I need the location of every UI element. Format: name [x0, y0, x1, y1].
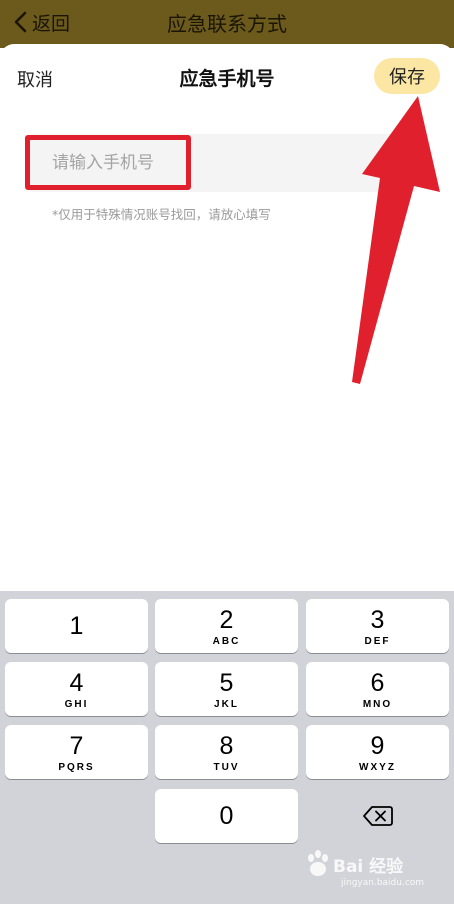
page-title: 应急联系方式: [167, 12, 287, 36]
key-7[interactable]: 7 PQRS: [5, 725, 148, 779]
key-letters: PQRS: [58, 761, 95, 773]
key-letters: DEF: [364, 635, 391, 647]
key-letters: ABC: [212, 635, 241, 647]
key-5[interactable]: 5 JKL: [155, 662, 298, 716]
phone-number-input[interactable]: [28, 134, 418, 192]
watermark-brand: Bai 经验: [333, 857, 404, 877]
key-3[interactable]: 3 DEF: [306, 599, 449, 653]
key-letters: GHI: [64, 698, 89, 710]
key-number: 5: [219, 668, 234, 697]
key-number: 2: [219, 605, 234, 634]
key-6[interactable]: 6 MNO: [306, 662, 449, 716]
key-letters: JKL: [214, 698, 239, 710]
baidu-jingyan-watermark: Bai 经验 jingyan.baidu.com: [305, 848, 435, 896]
key-number: 8: [219, 731, 234, 760]
key-number: 9: [370, 731, 385, 760]
key-letters: MNO: [362, 698, 393, 710]
key-number: 4: [69, 668, 84, 697]
key-number: 0: [219, 802, 234, 830]
key-letters: WXYZ: [359, 761, 396, 773]
key-8[interactable]: 8 TUV: [155, 725, 298, 779]
key-4[interactable]: 4 GHI: [5, 662, 148, 716]
key-1[interactable]: 1: [5, 599, 148, 653]
paw-logo-icon: [308, 850, 328, 876]
key-0[interactable]: 0: [155, 789, 298, 843]
key-number: 1: [69, 612, 84, 640]
key-number: 6: [370, 668, 385, 697]
top-navigation-bar: 返回 应急联系方式: [0, 0, 454, 48]
key-number: 3: [370, 605, 385, 634]
save-button[interactable]: 保存: [374, 58, 440, 94]
key-2[interactable]: 2 ABC: [155, 599, 298, 653]
delete-key[interactable]: [306, 789, 449, 843]
key-number: 7: [69, 731, 84, 760]
watermark-url: jingyan.baidu.com: [341, 878, 425, 888]
key-letters: TUV: [213, 761, 240, 773]
backspace-icon: [362, 806, 393, 826]
input-hint: *仅用于特殊情况账号找回，请放心填写: [52, 207, 271, 222]
key-9[interactable]: 9 WXYZ: [306, 725, 449, 779]
